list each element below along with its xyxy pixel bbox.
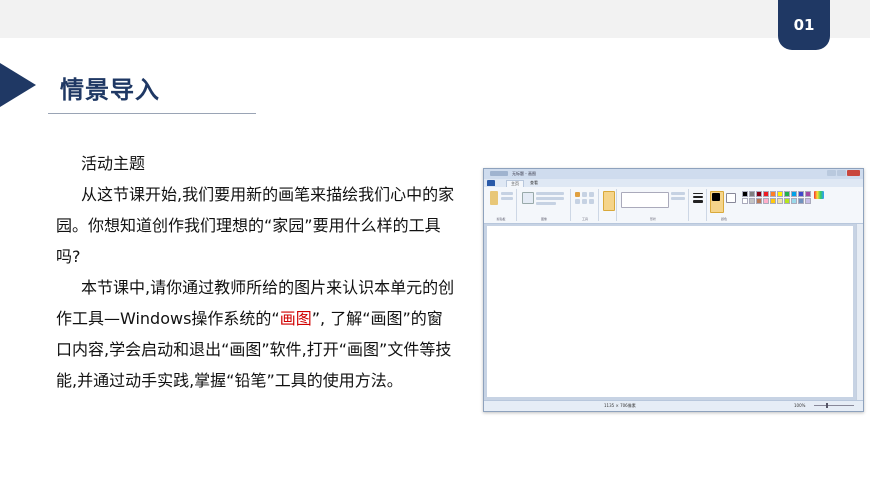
palette-swatch xyxy=(742,198,748,204)
paint-ribbon: 剪贴板 图像 工具 形状 颜色 xyxy=(484,187,863,224)
pencil-icon xyxy=(575,192,580,197)
title-underline xyxy=(48,113,256,114)
edit-colors-icon xyxy=(814,191,824,199)
palette-swatch xyxy=(777,198,783,204)
palette-swatch xyxy=(763,191,769,197)
paste-icon xyxy=(490,191,498,205)
ribbon-group-size xyxy=(690,189,707,221)
paint-window-title: 无标题 - 画图 xyxy=(512,171,536,176)
ribbon-group-shapes: 形状 xyxy=(618,189,689,221)
palette-swatch xyxy=(791,198,797,204)
palette-swatch xyxy=(777,191,783,197)
ribbon-group-colors: 颜色 xyxy=(708,189,740,221)
maximize-icon xyxy=(837,170,846,176)
paint-ribbon-tabs: 主页 查看 xyxy=(484,179,863,187)
paragraph-1: 从这节课开始,我们要用新的画笔来描绘我们心中的家园。你想知道创作我们理想的“家园… xyxy=(56,185,455,266)
color2-swatch xyxy=(726,193,736,203)
palette-swatch xyxy=(756,191,762,197)
palette-swatch xyxy=(805,198,811,204)
brush-icon xyxy=(603,191,615,211)
top-bar xyxy=(0,0,870,38)
minimize-icon xyxy=(827,170,836,176)
paint-tab-file xyxy=(487,180,495,186)
palette-swatch xyxy=(791,191,797,197)
paragraph-2: 本节课中,请你通过教师所给的图片来认识本单元的创作工具—Windows操作系统的… xyxy=(56,272,456,396)
vertical-scrollbar xyxy=(856,224,863,400)
activity-heading: 活动主题 xyxy=(81,154,146,173)
ribbon-group-clipboard: 剪贴板 xyxy=(486,189,517,221)
paint-tab-view: 查看 xyxy=(530,180,538,185)
page-number-badge: 01 xyxy=(778,0,830,50)
canvas-size-readout: 1135 × 706像素 xyxy=(604,403,636,408)
select-icon xyxy=(522,192,534,204)
palette-swatch xyxy=(770,198,776,204)
palette-swatch xyxy=(798,191,804,197)
ribbon-group-tools: 工具 xyxy=(572,189,599,221)
color-palette xyxy=(742,191,811,204)
palette-swatch xyxy=(784,198,790,204)
paint-tab-home: 主页 xyxy=(506,180,524,187)
zoom-slider-knob xyxy=(826,403,828,408)
palette-swatch xyxy=(742,191,748,197)
paint-statusbar: 1135 × 706像素 100% xyxy=(484,400,863,411)
palette-swatch xyxy=(770,191,776,197)
palette-swatch xyxy=(749,198,755,204)
body-text: 活动主题 从这节课开始,我们要用新的画笔来描绘我们心中的家园。你想知道创作我们理… xyxy=(56,148,456,396)
color1-swatch xyxy=(712,193,720,201)
ribbon-group-image: 图像 xyxy=(518,189,571,221)
paint-titlebar: 无标题 - 画图 xyxy=(484,169,863,179)
paint-highlight: 画图 xyxy=(279,309,312,328)
zoom-level: 100% xyxy=(794,403,806,408)
quick-access-toolbar xyxy=(490,171,508,176)
title-arrow-icon xyxy=(0,63,36,107)
palette-swatch xyxy=(763,198,769,204)
paint-canvas xyxy=(487,226,853,397)
zoom-slider xyxy=(814,405,854,406)
palette-swatch xyxy=(805,191,811,197)
page-title: 情景导入 xyxy=(60,76,160,104)
palette-swatch xyxy=(798,198,804,204)
ribbon-group-brushes xyxy=(600,189,617,221)
palette-swatch xyxy=(749,191,755,197)
paint-window-screenshot: 无标题 - 画图 主页 查看 剪贴板 图像 工具 形状 颜色 1135 × 70… xyxy=(483,168,864,412)
close-icon xyxy=(847,170,860,176)
window-controls xyxy=(827,170,860,176)
palette-swatch xyxy=(756,198,762,204)
paint-workspace xyxy=(484,224,863,400)
palette-swatch xyxy=(784,191,790,197)
shapes-gallery xyxy=(621,192,669,208)
